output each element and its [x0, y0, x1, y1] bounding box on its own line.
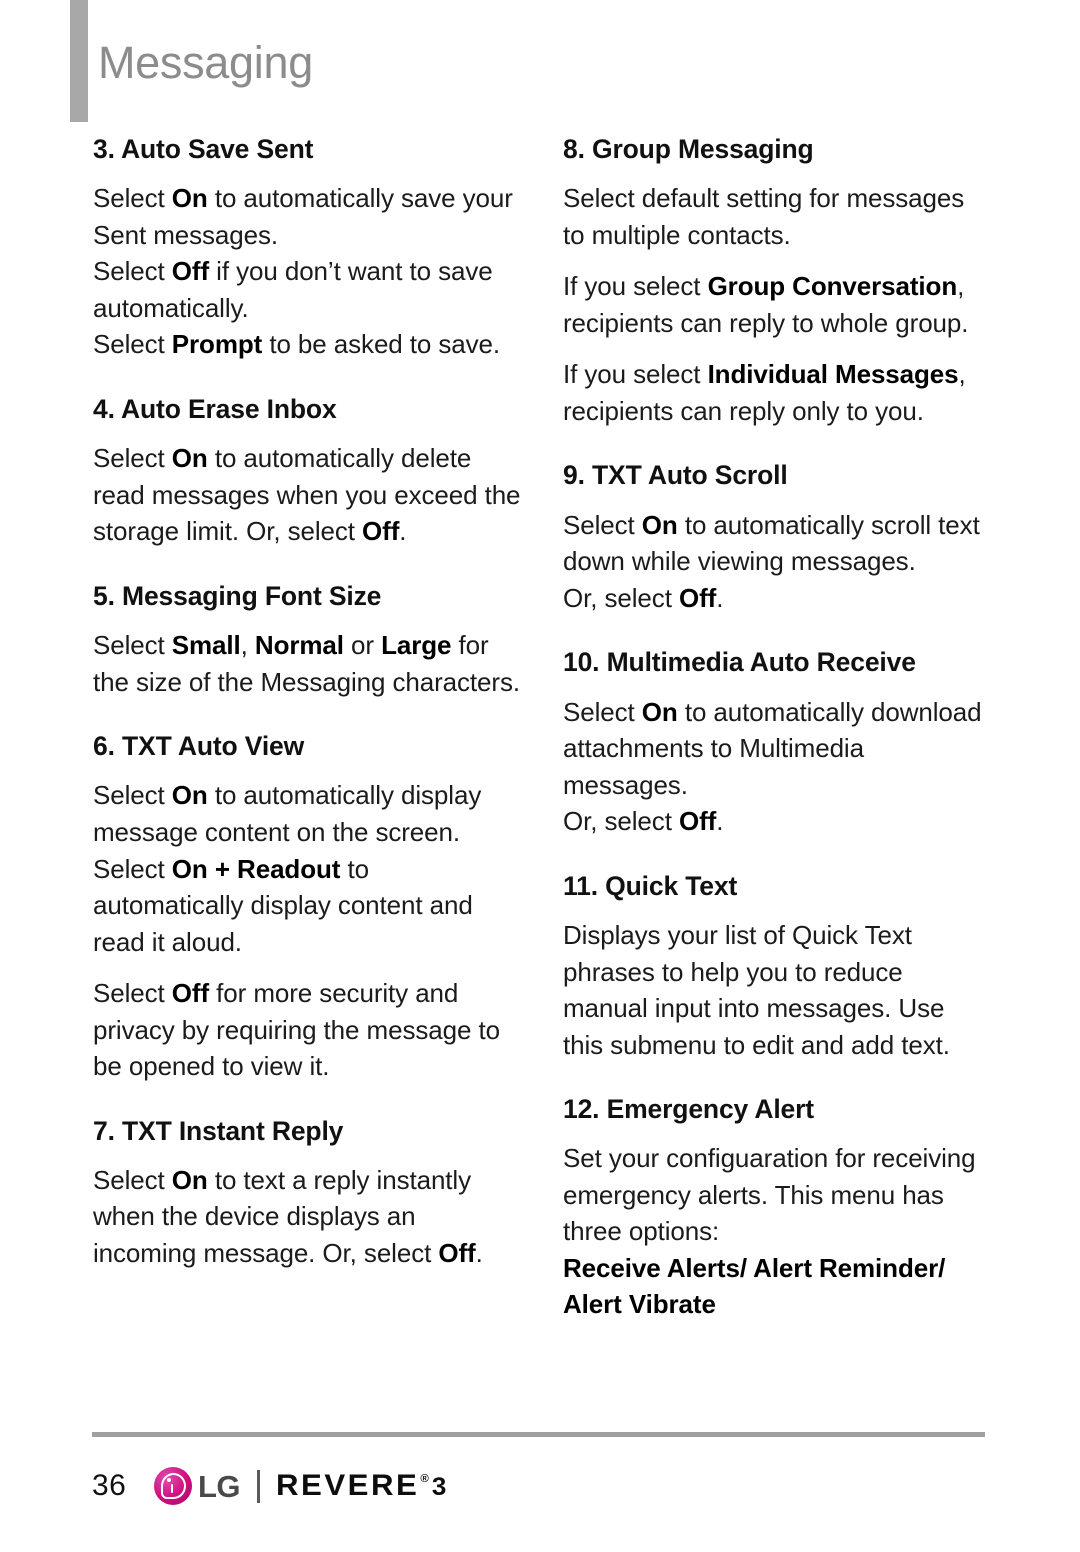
emphasis-term: Off [678, 582, 717, 613]
section-heading: 9. TXT Auto Scroll [563, 460, 788, 491]
body-paragraph: Select On to automatically display messa… [93, 777, 525, 960]
text-run: Select [93, 978, 172, 1009]
right-text-column: 8. Group Messaging Select default setting… [563, 133, 991, 1323]
page-footer: 36 LG REVERE® 3 [0, 1432, 1080, 1552]
page-number: 36 [92, 1469, 127, 1502]
section-heading: 10. Multimedia Auto Receive [563, 647, 916, 678]
body-paragraph: Select On to automatically scroll text d… [563, 507, 991, 617]
lg-face-ring [161, 1473, 186, 1499]
text-run: Or, select [563, 806, 679, 837]
emphasis-term: On [641, 509, 678, 540]
emphasis-term: Off [171, 978, 210, 1009]
brand-lockup: LG REVERE® 3 [154, 1467, 446, 1505]
section-heading: 5. Messaging Font Size [93, 580, 382, 611]
emphasis-term: Off [362, 516, 400, 547]
text-run: . [399, 516, 407, 547]
text-run: Select [563, 509, 642, 540]
section-heading: 11. Quick Text [563, 870, 738, 901]
header-accent-bar [70, 0, 88, 122]
text-run: Set your configuaration for receiving em… [563, 1143, 976, 1247]
body-paragraph: Select On to text a reply instantly when… [93, 1162, 525, 1272]
section-heading: 8. Group Messaging [563, 134, 814, 164]
section-heading: 3. Auto Save Sent [93, 134, 314, 164]
body-paragraph: Select On to automatically save your Sen… [93, 180, 525, 363]
text-run: , [240, 630, 255, 661]
left-text-column: 3. Auto Save Sent Select On to automatica… [93, 133, 525, 1271]
body-paragraph: Set your configuaration for receiving em… [563, 1140, 991, 1323]
section-heading: 4. Auto Erase Inbox [93, 393, 337, 424]
emphasis-term: On [641, 696, 678, 727]
revere-generation: 3 [431, 1473, 446, 1501]
emphasis-term: Large [381, 630, 452, 661]
text-run: Select [93, 256, 172, 287]
body-paragraph: Displays your list of Quick Text phrases… [563, 917, 991, 1063]
lg-wordmark: LG [198, 1468, 241, 1504]
body-paragraph: If you select Group Conversation, recipi… [563, 268, 991, 341]
emphasis-term: On + Readout [171, 853, 341, 884]
emphasis-term: On [171, 183, 208, 214]
emphasis-term: On [171, 780, 208, 811]
text-run: . [716, 806, 724, 837]
body-paragraph: Select Off for more security and privacy… [93, 975, 525, 1085]
emphasis-term: Individual Messages [707, 359, 959, 390]
emphasis-term: Normal [254, 630, 344, 661]
emphasis-term: On [171, 443, 208, 474]
text-run: Select [93, 443, 172, 474]
section-heading: 6. TXT Auto View [93, 731, 305, 762]
text-run: Select default setting for messages to m… [563, 183, 965, 250]
emphasis-term: Off [678, 806, 717, 837]
body-paragraph: If you select Individual Messages, recip… [563, 356, 991, 429]
lg-face-nose [170, 1484, 173, 1493]
body-paragraph: Select Small, Normal or Large for the si… [93, 627, 525, 700]
text-run: Select [93, 853, 172, 884]
emphasis-term: On [171, 1164, 208, 1195]
text-run: Or, select [563, 582, 679, 613]
footer-content: 36 LG REVERE® 3 [92, 1467, 446, 1505]
text-run: or [343, 630, 382, 661]
lg-logo-icon [154, 1467, 192, 1505]
body-paragraph: Select On to automatically download atta… [563, 694, 991, 840]
text-run: . [475, 1237, 483, 1268]
text-run: to be asked to save. [262, 329, 501, 360]
brand-divider [257, 1469, 260, 1503]
text-run: Select [93, 329, 172, 360]
revere-name: REVERE [275, 1469, 419, 1502]
body-paragraph: Select default setting for messages to m… [563, 180, 991, 253]
text-run: . [716, 582, 724, 613]
text-run: Displays your list of Quick Text phrases… [563, 920, 950, 1060]
body-paragraph: Select On to automatically delete read m… [93, 440, 525, 550]
emphasis-term: Prompt [171, 329, 263, 360]
text-run: Select [93, 780, 172, 811]
registered-trademark-icon: ® [419, 1473, 429, 1485]
text-run: Select [93, 630, 172, 661]
section-heading: 12. Emergency Alert [563, 1094, 814, 1125]
text-run: Select [93, 183, 172, 214]
lg-face-eye [166, 1478, 171, 1483]
text-run: If you select [563, 359, 708, 390]
page-title: Messaging [98, 37, 313, 88]
emphasis-term: Small [171, 630, 241, 661]
emphasis-term: Off [438, 1237, 476, 1268]
emphasis-term: Receive Alerts/ Alert Reminder/ Alert Vi… [563, 1252, 946, 1320]
section-heading: 7. TXT Instant Reply [93, 1115, 344, 1146]
text-run: If you select [563, 271, 708, 302]
footer-divider-rule [92, 1432, 985, 1437]
text-run: Select [93, 1164, 172, 1195]
revere-wordmark: REVERE® 3 [276, 1471, 446, 1501]
text-run: Select [563, 696, 642, 727]
emphasis-term: Group Conversation [707, 271, 958, 302]
page-header: Messaging [0, 0, 1080, 125]
emphasis-term: Off [171, 256, 210, 287]
